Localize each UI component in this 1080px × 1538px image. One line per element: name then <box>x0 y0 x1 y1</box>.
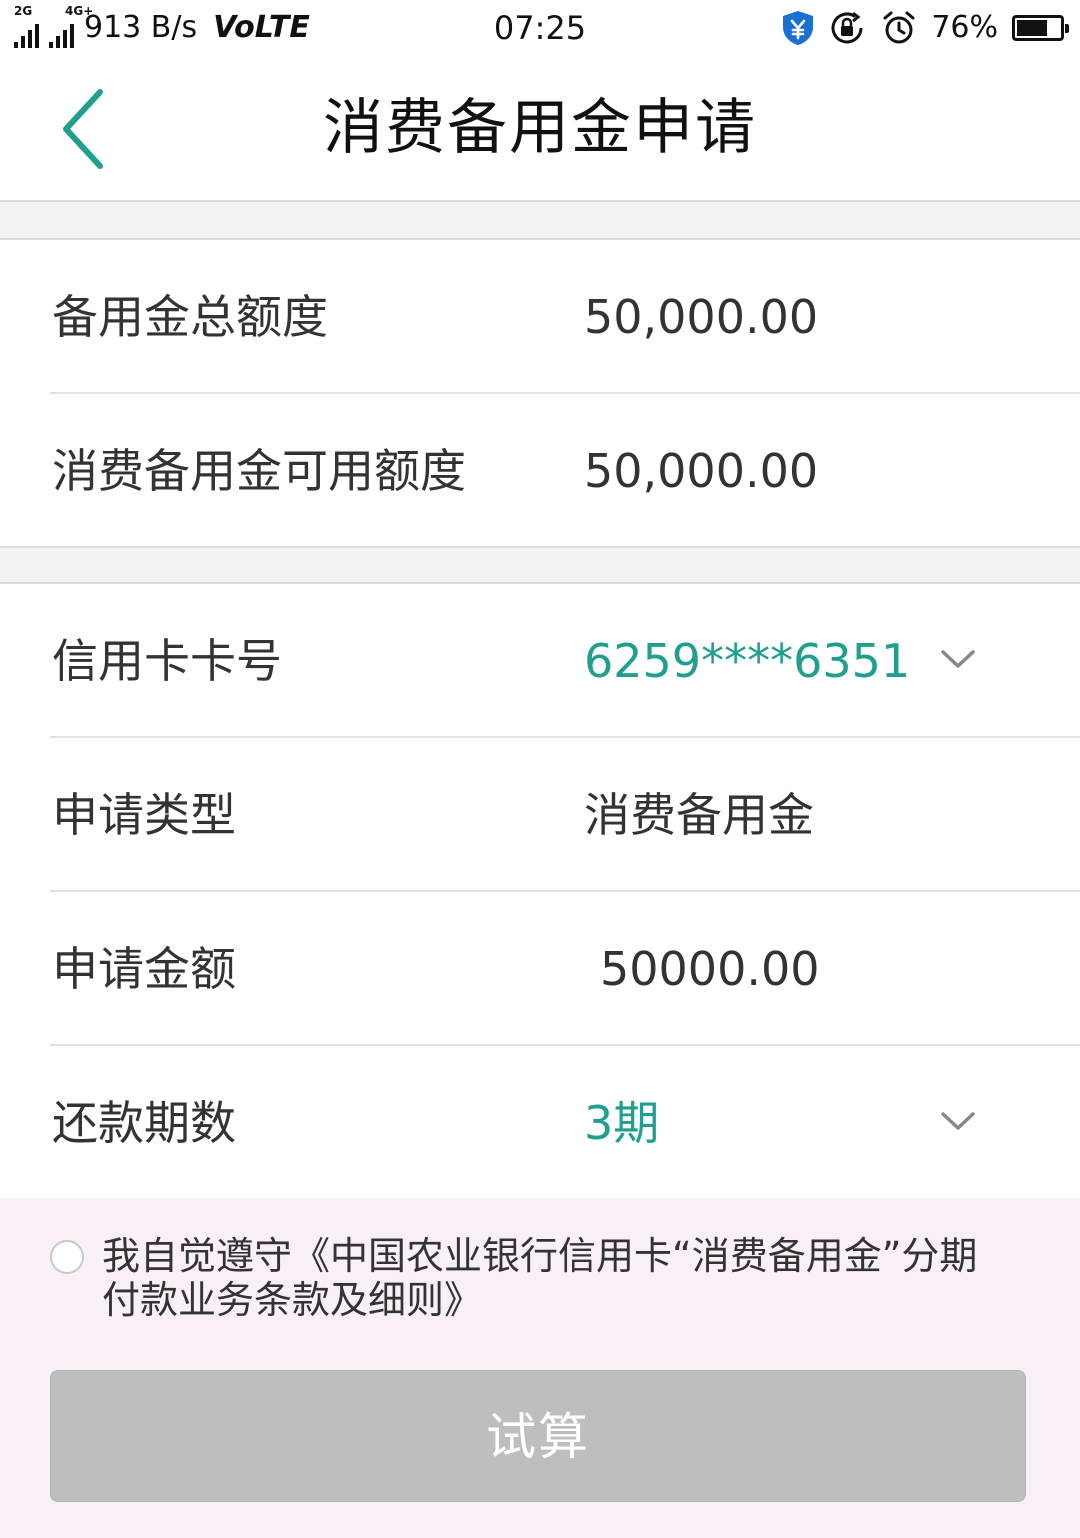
battery-icon <box>1012 15 1069 41</box>
application-type-label: 申请类型 <box>52 788 236 842</box>
quota-section: 备用金总额度 50,000.00 消费备用金可用额度 50,000.00 <box>0 240 1080 546</box>
repayment-periods-value[interactable]: 3期 <box>584 1046 659 1200</box>
section-separator <box>0 546 1080 584</box>
card-number-label: 信用卡卡号 <box>52 634 282 688</box>
total-quota-value: 50,000.00 <box>584 290 819 344</box>
application-form: 信用卡卡号 6259****6351 申请类型 消费备用金 申请金额 还款期数 … <box>0 584 1080 1198</box>
status-right: 76% <box>781 8 1069 48</box>
card-number-value[interactable]: 6259****6351 <box>584 584 910 738</box>
application-amount-row: 申请金额 <box>50 892 1080 1046</box>
section-separator <box>0 202 1080 240</box>
available-quota-value: 50,000.00 <box>584 444 819 498</box>
battery-level-fill <box>1017 20 1048 36</box>
bottom-area: 我自觉遵守《中国农业银行信用卡“消费备用金”分期付款业务条款及细则》 试算 <box>0 1198 1080 1538</box>
security-shield-icon <box>783 11 814 45</box>
status-bar: 2G 4G+ 913 B/s VoLTE 07:25 76% <box>0 0 1080 56</box>
rotation-lock-icon <box>831 11 863 44</box>
chevron-down-icon[interactable] <box>940 644 976 674</box>
total-quota-label: 备用金总额度 <box>52 290 328 344</box>
total-quota-row: 备用金总额度 50,000.00 <box>50 240 1080 394</box>
application-amount-label: 申请金额 <box>52 942 236 996</box>
available-quota-label: 消费备用金可用额度 <box>52 444 466 498</box>
page-title: 消费备用金申请 <box>323 93 757 163</box>
agreement-prefix: 我自觉遵守 <box>102 1234 293 1278</box>
battery-percent: 76% <box>931 10 998 45</box>
card-number-row[interactable]: 信用卡卡号 6259****6351 <box>50 584 1080 738</box>
agreement-radio[interactable] <box>50 1240 84 1274</box>
application-amount-input[interactable] <box>600 932 1000 1006</box>
app-header: 消费备用金申请 <box>0 56 1080 202</box>
repayment-periods-row[interactable]: 还款期数 3期 <box>0 1046 1080 1200</box>
agreement-text: 我自觉遵守《中国农业银行信用卡“消费备用金”分期付款业务条款及细则》 <box>102 1234 1002 1322</box>
chevron-down-icon[interactable] <box>940 1106 976 1136</box>
application-type-value: 消费备用金 <box>584 788 814 842</box>
application-type-row: 申请类型 消费备用金 <box>50 738 1080 892</box>
alarm-icon <box>883 11 915 44</box>
available-quota-row: 消费备用金可用额度 50,000.00 <box>0 394 1080 548</box>
calculate-button[interactable]: 试算 <box>50 1370 1026 1502</box>
repayment-periods-label: 还款期数 <box>52 1096 236 1150</box>
